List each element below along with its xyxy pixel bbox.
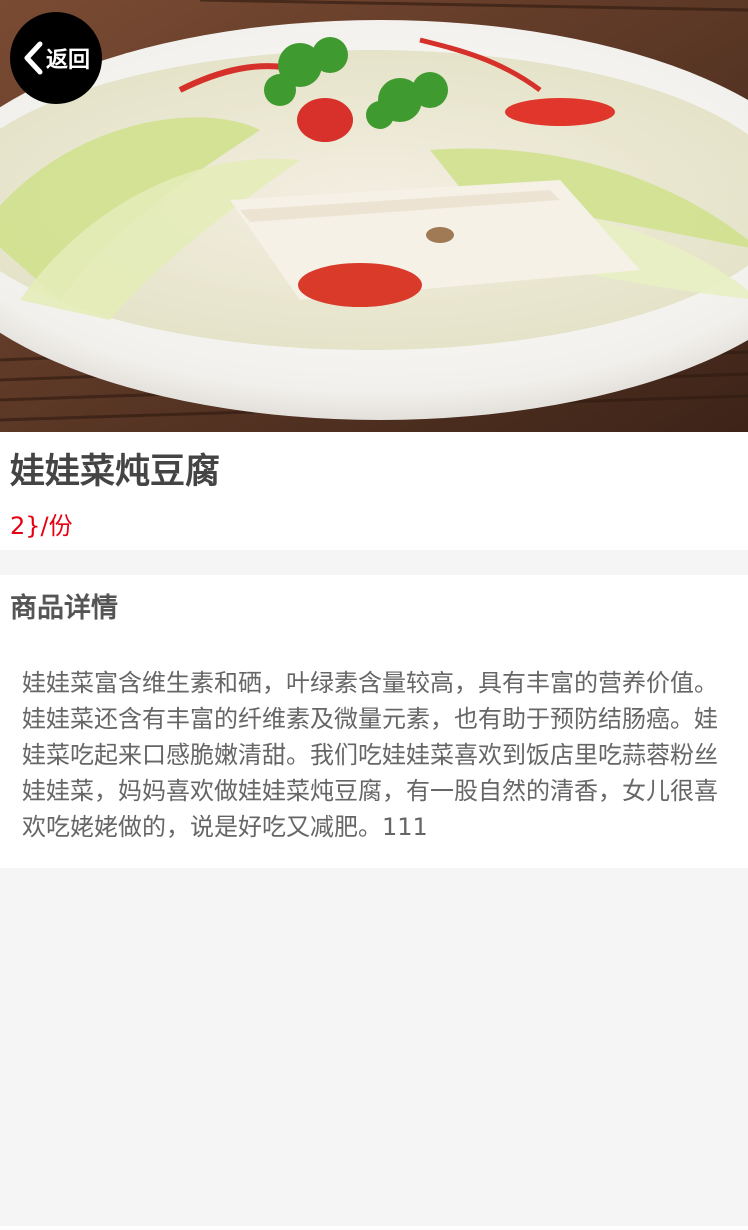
product-price: 2}/份 [10,512,73,540]
product-info: 娃娃菜炖豆腐 2}/份 [0,432,748,550]
bottom-divider [0,1226,748,1230]
back-button[interactable]: 返回 [10,12,102,104]
product-detail-section: 商品详情 娃娃菜富含维生素和硒，叶绿素含量较高，具有丰富的营养价值。娃娃菜还含有… [0,575,748,868]
detail-description: 娃娃菜富含维生素和硒，叶绿素含量较高，具有丰富的营养价值。娃娃菜还含有丰富的纤维… [22,669,718,841]
product-detail-page: 返回 娃娃菜炖豆腐 2}/份 商品详情 娃娃菜富含维生素和硒，叶绿素含量较高，具… [0,0,748,1230]
back-label: 返回 [45,48,90,73]
product-title: 娃娃菜炖豆腐 [10,452,221,492]
product-image: 返回 [0,0,748,432]
chevron-left-icon [24,41,43,75]
detail-heading: 商品详情 [10,593,118,624]
